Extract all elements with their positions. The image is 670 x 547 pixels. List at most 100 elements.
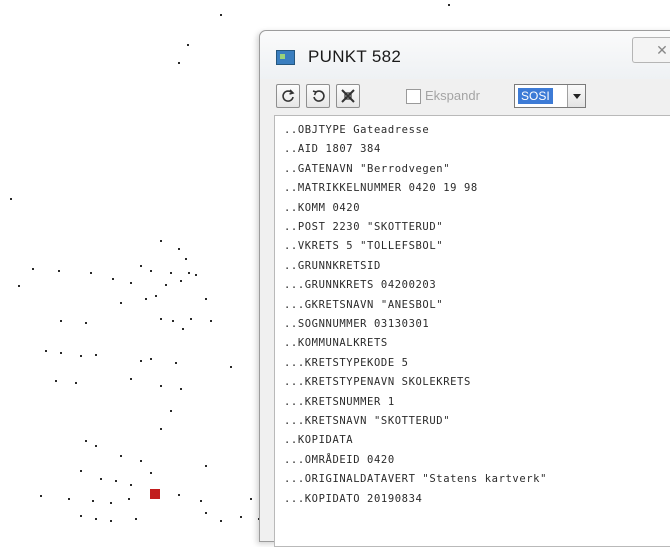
map-point[interactable] (112, 278, 114, 280)
map-point[interactable] (115, 480, 117, 482)
map-point[interactable] (160, 428, 162, 430)
map-point[interactable] (240, 516, 242, 518)
map-point[interactable] (150, 358, 152, 360)
map-point[interactable] (80, 355, 82, 357)
map-point[interactable] (205, 512, 207, 514)
map-point[interactable] (200, 500, 202, 502)
map-point[interactable] (140, 360, 142, 362)
refresh-button[interactable] (276, 84, 300, 108)
map-point[interactable] (180, 388, 182, 390)
map-point[interactable] (60, 320, 62, 322)
map-point[interactable] (55, 380, 57, 382)
map-point[interactable] (68, 498, 70, 500)
map-point[interactable] (145, 298, 147, 300)
back-icon (312, 90, 325, 102)
crosshair-button[interactable] (336, 84, 360, 108)
map-point[interactable] (92, 500, 94, 502)
map-point[interactable] (205, 465, 207, 467)
map-point[interactable] (100, 478, 102, 480)
map-point[interactable] (220, 520, 222, 522)
map-point[interactable] (80, 470, 82, 472)
map-point[interactable] (188, 272, 190, 274)
format-select[interactable]: SOSI (514, 84, 586, 108)
map-point[interactable] (178, 494, 180, 496)
map-point[interactable] (60, 352, 62, 354)
map-point[interactable] (140, 265, 142, 267)
sosi-line: ..KOMM 0420 (284, 201, 361, 214)
map-point[interactable] (220, 14, 222, 16)
map-point[interactable] (128, 498, 130, 500)
map-point[interactable] (40, 495, 42, 497)
map-point[interactable] (185, 258, 187, 260)
map-point[interactable] (85, 322, 87, 324)
sosi-line: ...KRETSTYPENAVN SKOLEKRETS (284, 376, 471, 389)
map-point[interactable] (175, 362, 177, 364)
map-point[interactable] (230, 366, 232, 368)
refresh-icon (282, 89, 295, 102)
sosi-line: ...GKRETSNAVN "ANESBOL" (284, 298, 444, 311)
sosi-line: ...GRUNNKRETS 04200203 (284, 279, 437, 292)
expand-checkbox[interactable] (406, 89, 421, 104)
back-button[interactable] (306, 84, 330, 108)
sosi-text-panel[interactable]: ..OBJTYPE Gateadresse ..AID 1807 384 ..GAT… (274, 115, 670, 547)
map-point[interactable] (18, 285, 20, 287)
map-point[interactable] (140, 460, 142, 462)
sosi-line: ...OMRÅDEID 0420 (284, 453, 395, 466)
map-point[interactable] (10, 198, 12, 200)
map-point[interactable] (110, 502, 112, 504)
sosi-line: ..SOGNNUMMER 03130301 (284, 318, 430, 330)
map-point[interactable] (150, 270, 152, 272)
map-point[interactable] (170, 410, 172, 412)
map-point[interactable] (172, 320, 174, 322)
sosi-line: ..GATENAVN "Berrodvegen" (284, 162, 451, 175)
map-point[interactable] (178, 248, 180, 250)
map-point[interactable] (90, 272, 92, 274)
map-point[interactable] (160, 318, 162, 320)
map-point[interactable] (58, 270, 60, 272)
map-point[interactable] (130, 484, 132, 486)
map-point[interactable] (187, 44, 189, 46)
close-button[interactable]: ✕ (632, 37, 670, 63)
map-point[interactable] (165, 284, 167, 286)
map-point[interactable] (95, 354, 97, 356)
app-icon (276, 50, 295, 65)
map-point[interactable] (160, 240, 162, 242)
map-point[interactable] (155, 295, 157, 297)
sosi-line: ..KOMMUNALKRETS (284, 337, 388, 350)
map-point[interactable] (182, 328, 184, 330)
map-point[interactable] (448, 4, 450, 6)
map-point[interactable] (32, 268, 34, 270)
map-point[interactable] (250, 498, 252, 500)
window-titlebar[interactable]: PUNKT 582 ✕ (260, 31, 670, 79)
map-point[interactable] (110, 520, 112, 522)
map-point[interactable] (130, 378, 132, 380)
map-point[interactable] (80, 515, 82, 517)
map-point[interactable] (150, 472, 152, 474)
map-point[interactable] (190, 318, 192, 320)
map-point[interactable] (195, 274, 197, 276)
map-point[interactable] (210, 320, 212, 322)
sosi-line: ..AID 1807 384 (284, 143, 381, 156)
map-point[interactable] (95, 518, 97, 520)
map-point[interactable] (45, 350, 47, 352)
map-point[interactable] (120, 455, 122, 457)
map-point[interactable] (120, 302, 122, 304)
map-point[interactable] (130, 282, 132, 284)
selected-map-point[interactable] (150, 489, 160, 499)
chevron-down-icon[interactable] (567, 85, 585, 107)
sosi-line: ..OBJTYPE Gateadresse (284, 124, 430, 136)
map-point[interactable] (75, 382, 77, 384)
map-point[interactable] (85, 440, 87, 442)
map-point[interactable] (160, 385, 162, 387)
map-point[interactable] (135, 518, 137, 520)
map-point[interactable] (95, 445, 97, 447)
sosi-line: ..KOPIDATA (284, 434, 354, 447)
map-point[interactable] (205, 298, 207, 300)
sosi-line: ...ORIGINALDATAVERT "Statens kartverk" (284, 473, 548, 486)
sosi-line: ...KOPIDATO 20190834 (284, 492, 423, 505)
map-point[interactable] (180, 280, 182, 282)
map-point[interactable] (178, 62, 180, 64)
sosi-line: ...KRETSNAVN "SKOTTERUD" (284, 415, 451, 427)
crosshair-icon (341, 89, 355, 103)
map-point[interactable] (170, 272, 172, 274)
